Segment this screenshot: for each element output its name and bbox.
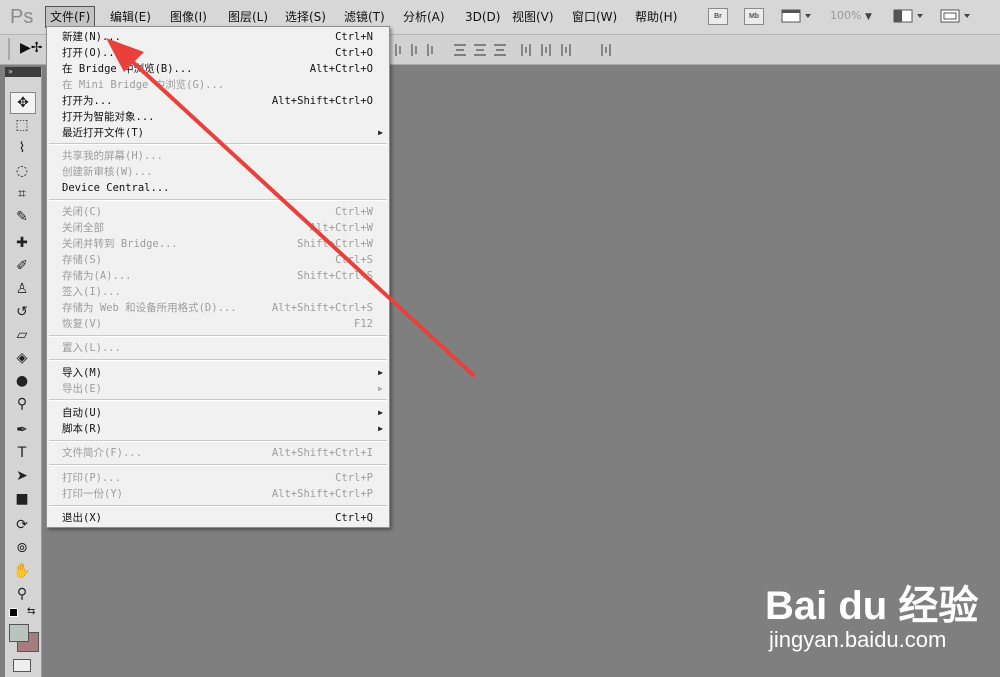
watermark-logo: Bai du 经验: [765, 584, 979, 628]
watermark-url: jingyan.baidu.com: [769, 627, 947, 652]
